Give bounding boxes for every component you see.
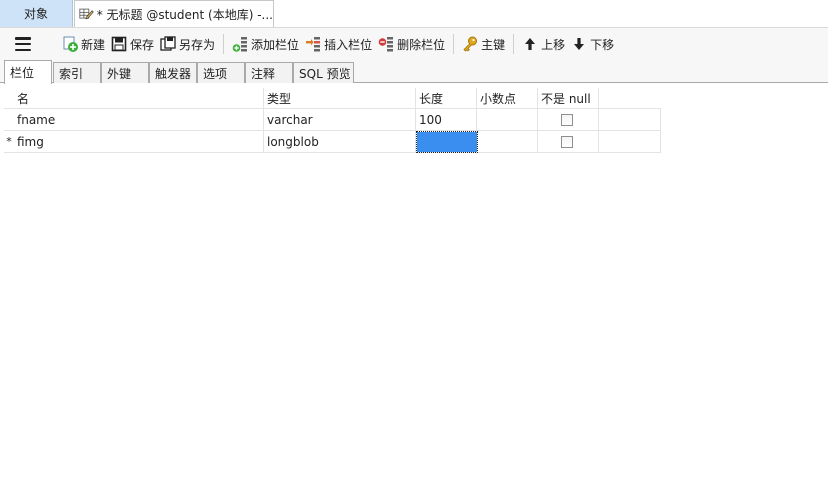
delete-field-icon [378, 37, 394, 52]
move-down-label: 下移 [590, 37, 615, 52]
key-icon [463, 36, 478, 52]
column-header-name-label: 名 [17, 91, 30, 106]
column-header-length-label: 长度 [419, 91, 444, 106]
field-name-value: fname [17, 112, 56, 127]
tab-options[interactable]: 选项 [197, 62, 245, 83]
insert-field-button[interactable]: 插入栏位 [302, 32, 375, 56]
table-row[interactable]: * fimg longblob [4, 131, 661, 153]
toolbar-divider [223, 34, 225, 54]
arrow-down-icon [574, 38, 585, 50]
toolbar: 新建 保存 另存为 添加栏位 插入栏位 删除栏位 主键 上移 下移 [0, 27, 828, 60]
tab-comments[interactable]: 注释 [245, 62, 293, 83]
move-up-label: 上移 [541, 37, 566, 52]
row-marker: * [6, 135, 12, 148]
field-decimals-cell[interactable] [477, 131, 538, 152]
menu-icon[interactable] [15, 37, 31, 51]
tab-fields[interactable]: 栏位 [4, 60, 52, 84]
field-length-value: 100 [419, 112, 442, 127]
add-field-icon [232, 37, 248, 52]
field-name-value: fimg [17, 134, 44, 149]
fields-grid: 名 类型 长度 小数点 不是 null fname varchar 100 * … [4, 88, 661, 153]
table-edit-icon [79, 8, 94, 20]
table-designer-window: 对象 * 无标题 @student (本地库) -... 新建 保存 另存为 添… [0, 0, 828, 487]
primary-key-label: 主键 [481, 37, 506, 52]
add-field-label: 添加栏位 [251, 37, 300, 52]
column-header-name[interactable]: 名 [14, 88, 264, 108]
field-length-cell[interactable]: 100 [416, 109, 477, 130]
not-null-cell [538, 131, 599, 152]
column-header-type[interactable]: 类型 [264, 88, 416, 108]
field-type-value: varchar [267, 112, 313, 127]
toolbar-divider [513, 34, 515, 54]
delete-field-label: 删除栏位 [397, 37, 446, 52]
save-label: 保存 [130, 37, 155, 52]
column-header-decimals-label: 小数点 [480, 91, 517, 106]
tab-fields-label: 栏位 [10, 66, 35, 80]
field-type-cell[interactable]: longblob [264, 131, 416, 152]
top-tab-bar: 对象 * 无标题 @student (本地库) -... [0, 0, 828, 27]
field-type-value: longblob [267, 134, 319, 149]
column-header-type-label: 类型 [267, 91, 292, 106]
column-header-filler [599, 88, 661, 108]
designer-tab-strip: 栏位 索引 外键 触发器 选项 注释 SQL 预览 [0, 60, 828, 84]
row-filler-cell [599, 109, 661, 130]
tab-table-editor[interactable]: * 无标题 @student (本地库) -... [74, 0, 274, 27]
tab-sql-preview-label: SQL 预览 [299, 66, 351, 81]
tab-triggers[interactable]: 触发器 [149, 62, 197, 83]
new-label: 新建 [81, 37, 106, 52]
save-as-icon [160, 36, 176, 51]
insert-field-icon [306, 37, 321, 52]
not-null-checkbox[interactable] [561, 135, 573, 148]
add-field-button[interactable]: 添加栏位 [229, 32, 302, 56]
tab-triggers-label: 触发器 [155, 66, 192, 81]
field-length-editor[interactable] [416, 131, 478, 153]
column-header-decimals[interactable]: 小数点 [477, 88, 538, 108]
column-header-length[interactable]: 长度 [416, 88, 477, 108]
toolbar-divider [453, 34, 455, 54]
new-plus-icon [63, 36, 78, 52]
tab-indexes[interactable]: 索引 [53, 62, 101, 83]
primary-key-button[interactable]: 主键 [459, 32, 508, 56]
field-decimals-cell[interactable] [477, 109, 538, 130]
field-name-cell[interactable]: fname [14, 109, 264, 130]
save-icon [111, 36, 127, 52]
not-null-cell [538, 109, 599, 130]
row-filler-cell [599, 131, 661, 152]
new-button[interactable]: 新建 [59, 32, 108, 56]
column-header-not-null-label: 不是 null [541, 91, 591, 106]
tab-table-editor-label: * 无标题 @student (本地库) -... [96, 7, 273, 22]
move-down-button[interactable]: 下移 [568, 32, 617, 56]
arrow-up-icon [525, 38, 536, 50]
grid-header-row: 名 类型 长度 小数点 不是 null [4, 88, 661, 109]
tab-objects-label: 对象 [23, 7, 48, 21]
tab-options-label: 选项 [203, 66, 228, 81]
save-button[interactable]: 保存 [108, 32, 157, 56]
tab-sql-preview[interactable]: SQL 预览 [293, 62, 354, 83]
tab-foreign-keys-label: 外键 [107, 66, 132, 81]
delete-field-button[interactable]: 删除栏位 [375, 32, 448, 56]
tab-objects[interactable]: 对象 [0, 0, 73, 27]
tab-foreign-keys[interactable]: 外键 [101, 62, 149, 83]
save-as-button[interactable]: 另存为 [157, 32, 218, 56]
column-header-not-null[interactable]: 不是 null [538, 88, 599, 108]
tab-indexes-label: 索引 [59, 66, 84, 81]
table-row[interactable]: fname varchar 100 [4, 109, 661, 131]
tab-comments-label: 注释 [251, 66, 276, 81]
insert-field-label: 插入栏位 [324, 37, 373, 52]
row-marker [4, 109, 14, 130]
field-type-cell[interactable]: varchar [264, 109, 416, 130]
save-as-label: 另存为 [179, 37, 216, 52]
move-up-button[interactable]: 上移 [519, 32, 568, 56]
not-null-checkbox[interactable] [561, 113, 573, 126]
field-name-cell[interactable]: fimg [14, 131, 264, 152]
